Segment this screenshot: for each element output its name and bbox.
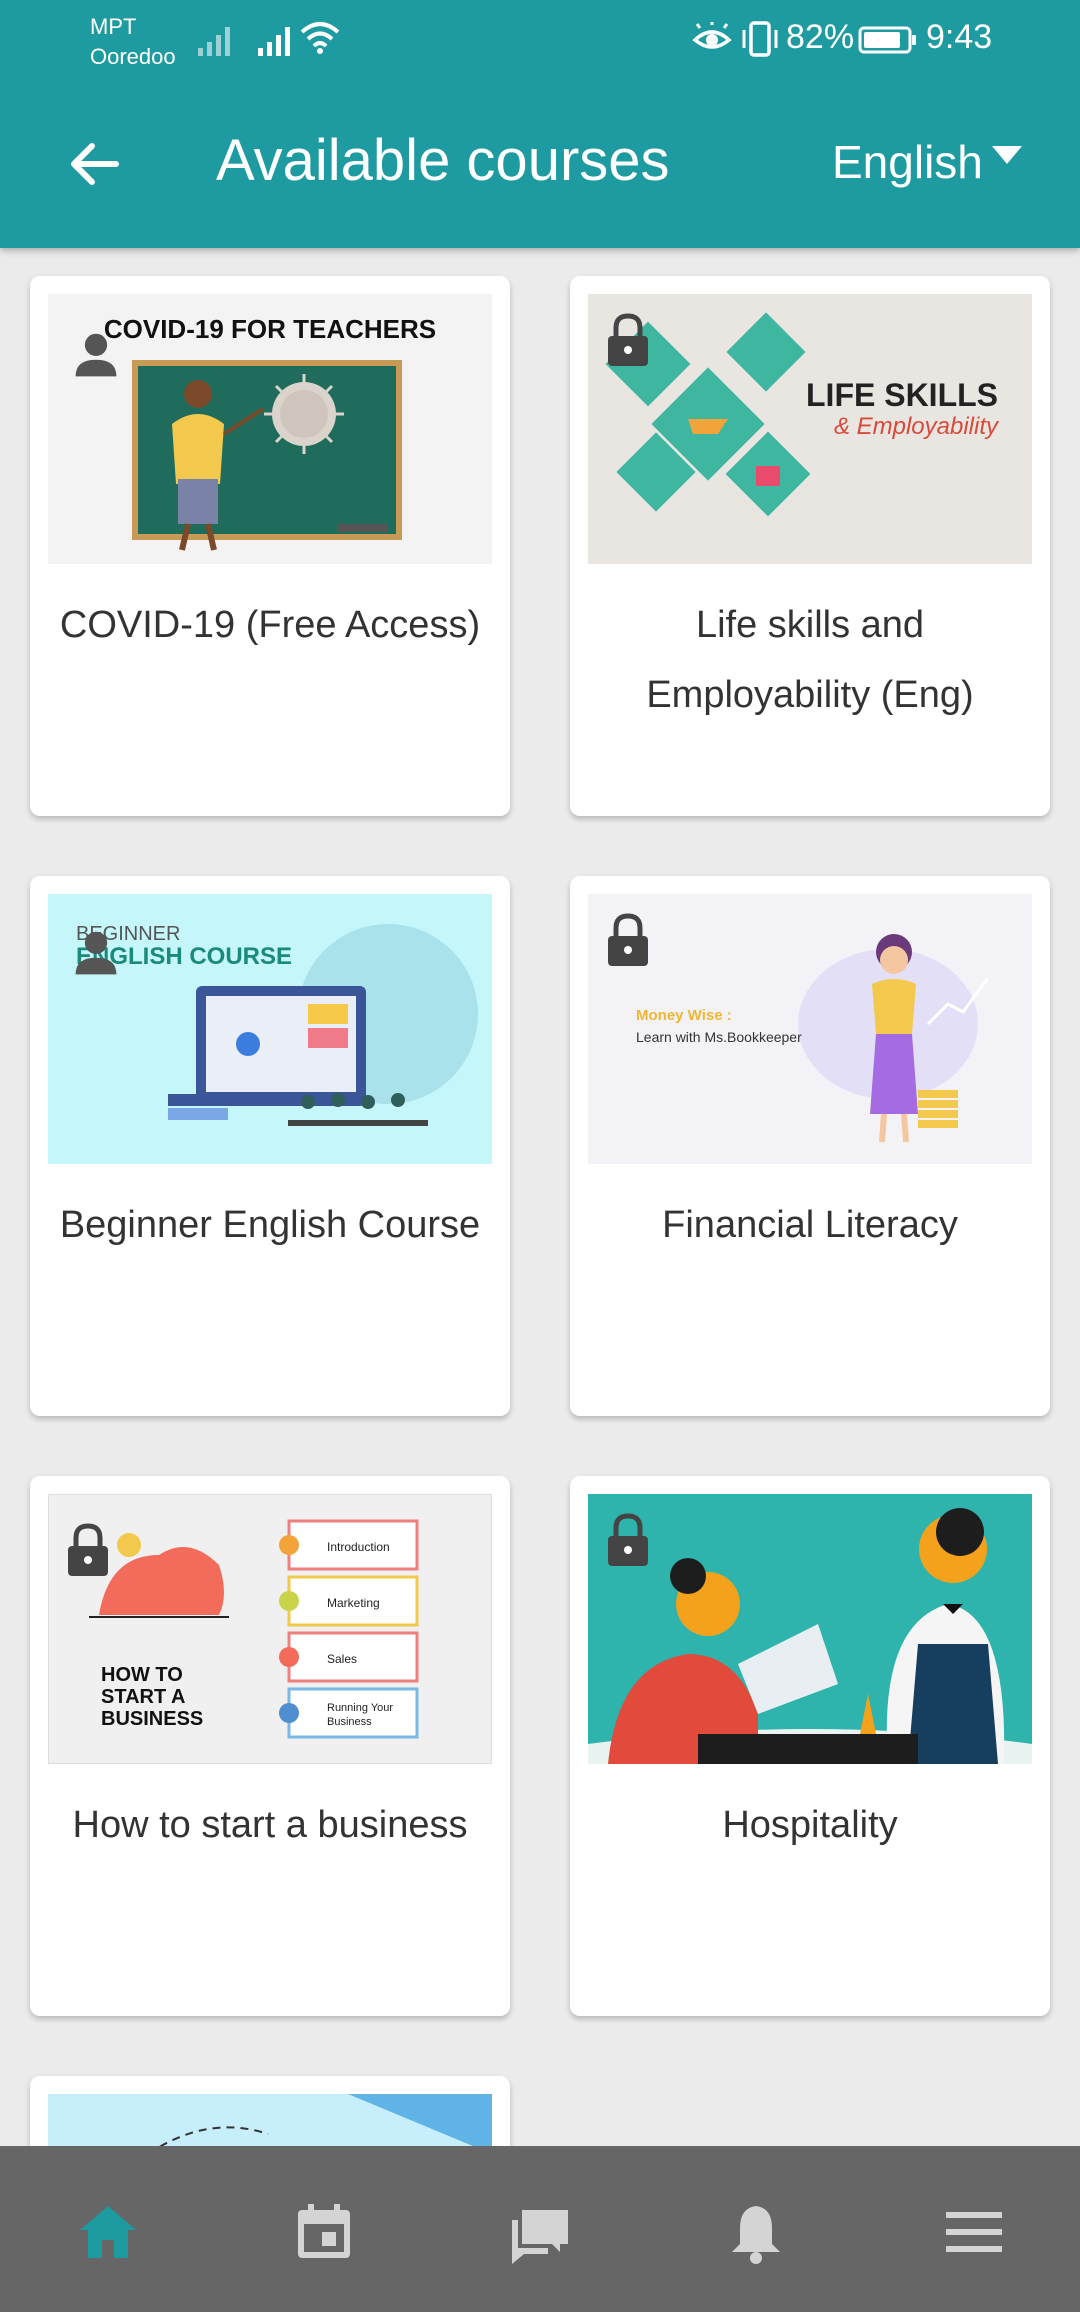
thumb-line-1: HOW TO xyxy=(101,1664,183,1686)
lock-icon xyxy=(608,913,648,966)
course-title: Beginner English Course xyxy=(59,1204,481,1246)
course-card-covid[interactable]: COVID-19 FOR TEACHERS COVID-19 (Free Acc… xyxy=(30,276,510,816)
calendar-icon[interactable] xyxy=(292,2200,356,2264)
nav-calendar[interactable] xyxy=(292,2200,356,2264)
carrier-1: MPT xyxy=(90,14,137,39)
course-card-start-business[interactable]: HOW TO START A BUSINESS Introduction Mar… xyxy=(30,1476,510,2016)
course-title: Hospitality xyxy=(722,1804,898,1846)
lock-icon xyxy=(68,1523,108,1576)
nav-home[interactable] xyxy=(76,2200,140,2264)
thumb-subtitle: & Employability xyxy=(834,413,1000,440)
signal-icon xyxy=(198,27,230,56)
wifi-icon xyxy=(300,22,340,54)
lock-icon xyxy=(608,313,648,366)
course-title: How to start a business xyxy=(72,1804,468,1846)
clock: 9:43 xyxy=(926,18,993,56)
course-thumbnail: Money Wise : Learn with Ms.Bookkeeper xyxy=(588,894,1032,1164)
chevron-down-icon[interactable] xyxy=(992,146,1022,164)
carrier-names: MPT Ooredoo xyxy=(90,12,176,72)
course-card-financial-literacy[interactable]: Money Wise : Learn with Ms.Bookkeeper Fi… xyxy=(570,876,1050,1416)
person-icon xyxy=(75,931,117,975)
nav-menu[interactable] xyxy=(942,2200,1006,2264)
battery-percent: 82% xyxy=(786,18,855,56)
thumb-subtitle: Learn with Ms.Bookkeeper xyxy=(636,1029,802,1045)
step-4b: Business xyxy=(327,1716,372,1728)
thumb-line-3: BUSINESS xyxy=(101,1708,203,1730)
person-icon xyxy=(75,333,117,377)
course-card-beginner-english[interactable]: BEGINNER ENGLISH COURSE Beginner English… xyxy=(30,876,510,1416)
course-thumbnail xyxy=(588,1494,1032,1764)
nav-notifications[interactable] xyxy=(724,2200,788,2264)
step-3: Sales xyxy=(327,1652,357,1666)
course-card-life-skills[interactable]: LIFE SKILLS & Employability Life skills … xyxy=(570,276,1050,816)
vibrate-icon xyxy=(742,21,778,57)
thumb-title: LIFE SKILLS xyxy=(806,377,998,413)
carrier-2: Ooredoo xyxy=(90,44,176,69)
eye-comfort-icon xyxy=(692,22,732,49)
course-title: COVID-19 (Free Access) xyxy=(59,604,481,646)
course-thumbnail: LIFE SKILLS & Employability xyxy=(588,294,1032,564)
bottom-navigation xyxy=(0,2146,1080,2312)
back-arrow-icon[interactable] xyxy=(66,136,122,192)
messages-icon[interactable] xyxy=(508,2200,572,2264)
step-1: Introduction xyxy=(327,1540,390,1554)
course-title: Financial Literacy xyxy=(662,1204,958,1246)
language-selector[interactable]: English xyxy=(832,132,983,192)
nav-messages[interactable] xyxy=(508,2200,572,2264)
app-bar: MPT Ooredoo 82% 9:43 Available courses E… xyxy=(0,0,1080,248)
signal-icon xyxy=(258,27,290,56)
home-icon[interactable] xyxy=(76,2200,140,2264)
course-title: Life skills and Employability (Eng) xyxy=(646,604,974,716)
course-card-hospitality[interactable]: Hospitality xyxy=(570,1476,1050,2016)
step-2: Marketing xyxy=(327,1596,380,1610)
notifications-icon[interactable] xyxy=(724,2200,788,2264)
battery-icon xyxy=(858,26,916,54)
step-4a: Running Your xyxy=(327,1702,393,1714)
course-thumbnail: HOW TO START A BUSINESS Introduction Mar… xyxy=(48,1494,492,1764)
menu-icon[interactable] xyxy=(942,2200,1006,2264)
thumb-title: Money Wise : xyxy=(636,1007,732,1024)
lock-icon xyxy=(608,1513,648,1566)
thumb-line-2: START A xyxy=(101,1686,185,1708)
status-bar: MPT Ooredoo 82% 9:43 xyxy=(0,0,1080,80)
thumb-title: COVID-19 FOR TEACHERS xyxy=(104,314,436,344)
page-title: Available courses xyxy=(216,128,670,193)
